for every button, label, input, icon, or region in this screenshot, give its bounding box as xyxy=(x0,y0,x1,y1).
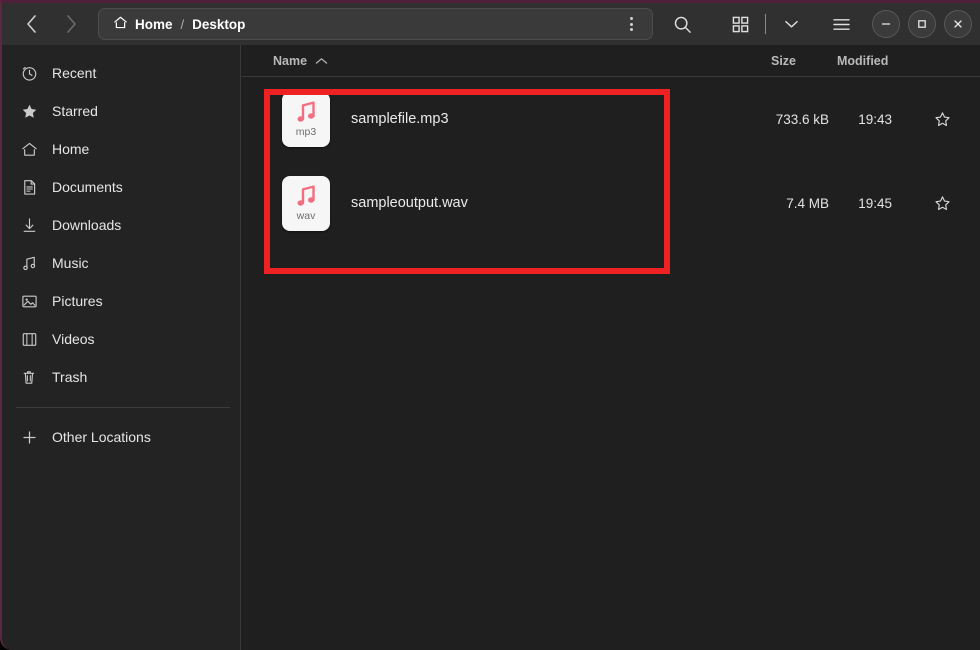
search-icon[interactable] xyxy=(665,8,699,40)
forward-button[interactable] xyxy=(54,9,88,39)
audio-file-icon: wav xyxy=(282,176,330,231)
sidebar-item-home[interactable]: Home xyxy=(2,130,240,168)
file-manager-window: Home / Desktop xyxy=(0,0,980,650)
music-note-glyph xyxy=(293,183,319,209)
file-size: 733.6 kB xyxy=(771,112,829,127)
sidebar-item-label: Music xyxy=(52,255,89,271)
breadcrumb-item-current[interactable]: Desktop xyxy=(192,17,245,32)
download-arrow-icon xyxy=(20,216,38,234)
sidebar-item-trash[interactable]: Trash xyxy=(2,358,240,396)
sidebar-item-label: Recent xyxy=(52,65,96,81)
clock-icon xyxy=(20,64,38,82)
navigation-buttons xyxy=(2,9,88,39)
image-icon xyxy=(20,292,38,310)
table-row[interactable]: mp3 samplefile.mp3 733.6 kB 19:43 xyxy=(242,77,980,161)
sidebar-item-downloads[interactable]: Downloads xyxy=(2,206,240,244)
back-button[interactable] xyxy=(14,9,48,39)
file-size: 7.4 MB xyxy=(771,196,829,211)
window-controls xyxy=(872,10,980,38)
sidebar-item-label: Trash xyxy=(52,369,87,385)
hamburger-menu-icon[interactable] xyxy=(824,8,858,40)
minimize-button[interactable] xyxy=(872,10,900,38)
sidebar-item-videos[interactable]: Videos xyxy=(2,320,240,358)
home-icon xyxy=(20,140,38,158)
column-header-modified[interactable]: Modified xyxy=(837,54,888,68)
trash-icon xyxy=(20,368,38,386)
file-extension-label: mp3 xyxy=(296,126,316,138)
column-header-name-label: Name xyxy=(273,54,307,68)
table-row[interactable]: wav sampleoutput.wav 7.4 MB 19:45 xyxy=(242,161,980,245)
path-options-menu-icon[interactable] xyxy=(620,11,642,37)
breadcrumb-home-label: Home xyxy=(135,17,173,32)
sidebar-item-music[interactable]: Music xyxy=(2,244,240,282)
sidebar-item-label: Documents xyxy=(52,179,123,195)
audio-file-icon: mp3 xyxy=(282,92,330,147)
sidebar-item-pictures[interactable]: Pictures xyxy=(2,282,240,320)
column-header-name[interactable]: Name xyxy=(273,54,328,68)
file-rows: mp3 samplefile.mp3 733.6 kB 19:43 xyxy=(242,77,980,245)
file-name: samplefile.mp3 xyxy=(351,111,449,127)
sidebar-item-label: Home xyxy=(52,141,89,157)
file-modified: 19:43 xyxy=(850,112,892,127)
sidebar-item-label: Starred xyxy=(52,103,98,119)
column-header-size[interactable]: Size xyxy=(771,54,796,68)
file-extension-label: wav xyxy=(297,210,316,222)
chevron-down-icon[interactable] xyxy=(774,8,808,40)
music-note-icon xyxy=(20,254,38,272)
star-outline-icon[interactable] xyxy=(932,109,952,129)
breadcrumb-item-home[interactable]: Home xyxy=(113,15,173,33)
document-icon xyxy=(20,178,38,196)
sidebar-item-label: Other Locations xyxy=(52,429,151,445)
sidebar-item-label: Downloads xyxy=(52,217,121,233)
file-modified: 19:45 xyxy=(850,196,892,211)
sidebar: Recent Starred Home Documents Downloads xyxy=(2,45,241,650)
sidebar-item-starred[interactable]: Starred xyxy=(2,92,240,130)
film-icon xyxy=(20,330,38,348)
sidebar-item-documents[interactable]: Documents xyxy=(2,168,240,206)
sidebar-divider xyxy=(16,407,230,408)
titlebar: Home / Desktop xyxy=(2,3,980,45)
sidebar-item-recent[interactable]: Recent xyxy=(2,54,240,92)
file-list-area: Name Size Modified xyxy=(242,45,980,650)
sidebar-item-label: Pictures xyxy=(52,293,103,309)
header-icon-group xyxy=(665,8,858,40)
star-outline-icon[interactable] xyxy=(932,193,952,213)
star-filled-icon xyxy=(20,102,38,120)
sidebar-item-other-locations[interactable]: Other Locations xyxy=(2,418,240,456)
plus-icon xyxy=(20,428,38,446)
breadcrumb[interactable]: Home / Desktop xyxy=(98,8,653,40)
home-icon xyxy=(113,15,128,33)
close-button[interactable] xyxy=(944,10,972,38)
breadcrumb-separator: / xyxy=(181,17,185,32)
grid-view-icon[interactable] xyxy=(723,8,757,40)
maximize-button[interactable] xyxy=(908,10,936,38)
sidebar-item-label: Videos xyxy=(52,331,95,347)
toolbar-separator xyxy=(765,14,766,34)
column-headers: Name Size Modified xyxy=(242,45,980,77)
file-name: sampleoutput.wav xyxy=(351,195,468,211)
sort-ascending-icon xyxy=(315,54,328,68)
music-note-glyph xyxy=(293,99,319,125)
